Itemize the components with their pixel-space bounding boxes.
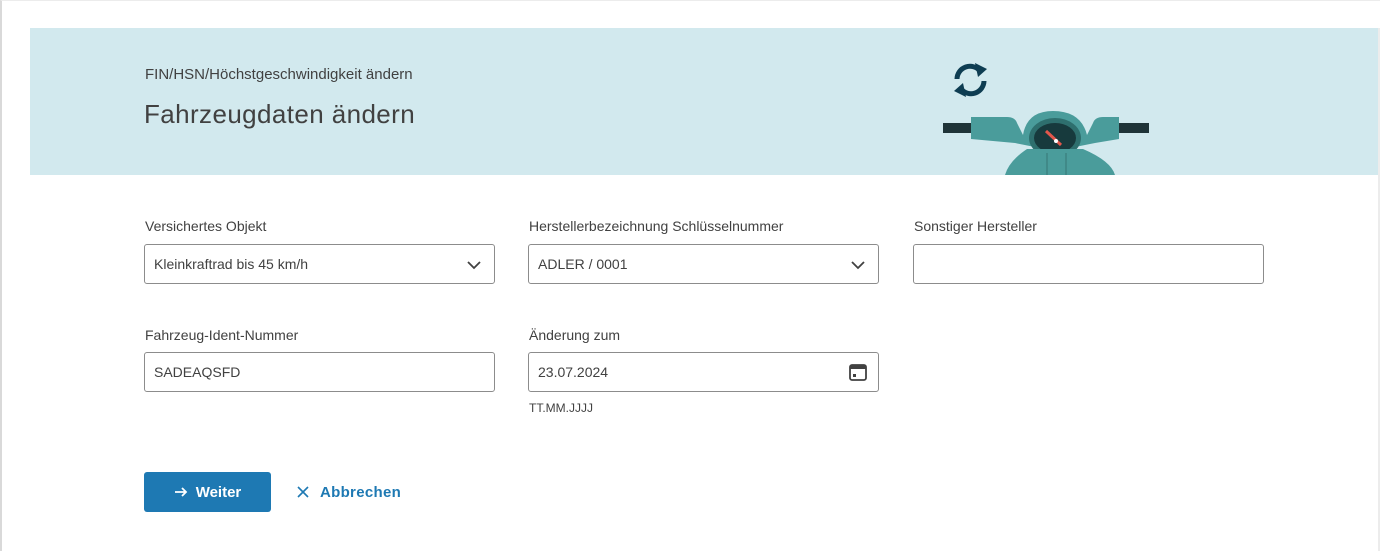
insured-object-value: Kleinkraftrad bis 45 km/h bbox=[154, 256, 309, 272]
next-button[interactable]: Weiter bbox=[144, 472, 271, 512]
cancel-button-label: Abbrechen bbox=[320, 483, 402, 501]
manufacturer-label: Herstellerbezeichnung Schlüsselnummer bbox=[529, 218, 784, 234]
other-manufacturer-label: Sonstiger Hersteller bbox=[914, 218, 1037, 234]
chevron-down-icon bbox=[851, 261, 865, 270]
vin-value: SADEAQSFD bbox=[154, 364, 241, 380]
arrow-right-icon bbox=[174, 487, 187, 497]
manufacturer-value: ADLER / 0001 bbox=[538, 256, 628, 272]
insured-object-label: Versichertes Objekt bbox=[145, 218, 267, 234]
other-manufacturer-input[interactable] bbox=[913, 244, 1264, 284]
change-date-label: Änderung zum bbox=[529, 327, 621, 343]
insured-object-select[interactable]: Kleinkraftrad bis 45 km/h bbox=[144, 244, 495, 284]
vin-input[interactable]: SADEAQSFD bbox=[144, 352, 495, 392]
page-title: Fahrzeugdaten ändern bbox=[144, 99, 416, 129]
calendar-icon[interactable] bbox=[848, 362, 868, 382]
scooter-illustration bbox=[943, 63, 1149, 175]
chevron-down-icon bbox=[467, 261, 481, 270]
close-icon bbox=[297, 486, 309, 498]
cancel-button[interactable]: Abbrechen bbox=[296, 480, 401, 504]
breadcrumb: FIN/HSN/Höchstgeschwindigkeit ändern bbox=[145, 66, 413, 83]
next-button-label: Weiter bbox=[195, 483, 242, 501]
change-date-input[interactable]: 23.07.2024 bbox=[528, 352, 879, 392]
date-format-hint: TT.MM.JJJJ bbox=[529, 401, 593, 415]
refresh-icon bbox=[954, 63, 987, 97]
manufacturer-select[interactable]: ADLER / 0001 bbox=[528, 244, 879, 284]
header-banner: FIN/HSN/Höchstgeschwindigkeit ändern Fah… bbox=[30, 28, 1378, 175]
vin-label: Fahrzeug-Ident-Nummer bbox=[145, 327, 299, 343]
change-date-value: 23.07.2024 bbox=[538, 364, 609, 380]
